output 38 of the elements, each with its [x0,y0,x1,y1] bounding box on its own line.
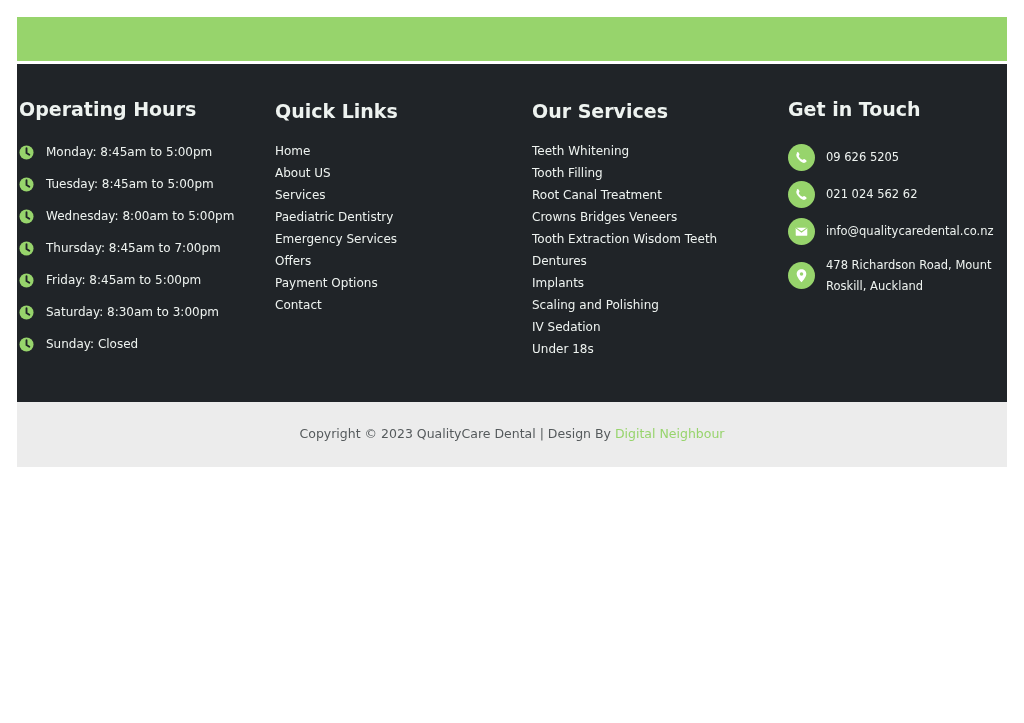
footer-link[interactable]: Services [275,186,326,204]
contact-text: 478 Richardson Road, Mount Roskill, Auckland [826,256,993,295]
service-link[interactable]: Tooth Extraction Wisdom Teeth [532,230,718,248]
hours-text: Sunday: Closed [46,335,139,353]
footer-link[interactable]: Offers [275,252,312,270]
footer-link[interactable]: Contact [275,296,322,314]
hours-text: Saturday: 8:30am to 3:00pm [46,303,219,321]
contact-text: 09 626 5205 [826,148,901,166]
section-heading: Get in Touch [788,98,922,122]
service-link[interactable]: Root Canal Treatment [532,186,662,204]
section-heading: Our Services [532,100,669,124]
footer-link[interactable]: Payment Options [275,274,378,292]
service-link[interactable]: Tooth Filling [532,164,603,182]
contact-text: 021 024 562 62 [826,185,919,203]
map-pin-icon [788,262,815,290]
service-link[interactable]: Implants [532,274,585,292]
hours-text: Wednesday: 8:00am to 5:00pm [46,207,235,225]
phone-icon [788,180,815,208]
footer-link[interactable]: Emergency Services [275,230,398,248]
copyright-text: Copyright © 2023 QualityCare Dental | Design By Digital Neighbour [299,425,725,444]
footer-link[interactable]: Paediatric Dentistry [275,208,394,226]
service-link[interactable]: IV Sedation [532,318,601,336]
section-heading: Operating Hours [19,98,198,122]
service-link[interactable]: Dentures [532,252,587,270]
service-link[interactable]: Teeth Whitening [532,142,630,160]
footer-link[interactable]: Home [275,142,311,160]
envelope-icon [788,217,815,245]
footer-link[interactable]: About US [275,164,331,182]
hours-text: Monday: 8:45am to 5:00pm [46,143,213,161]
hours-text: Friday: 8:45am to 5:00pm [46,271,202,289]
phone-icon [788,143,815,171]
hours-text: Thursday: 8:45am to 7:00pm [46,239,221,257]
service-link[interactable]: Under 18s [532,340,594,358]
hours-text: Tuesday: 8:45am to 5:00pm [46,175,214,193]
service-link[interactable]: Scaling and Polishing [532,296,659,314]
section-heading: Quick Links [275,100,399,124]
contact-text: info@qualitycaredental.co.nz [826,222,995,240]
service-link[interactable]: Crowns Bridges Veneers [532,208,678,226]
